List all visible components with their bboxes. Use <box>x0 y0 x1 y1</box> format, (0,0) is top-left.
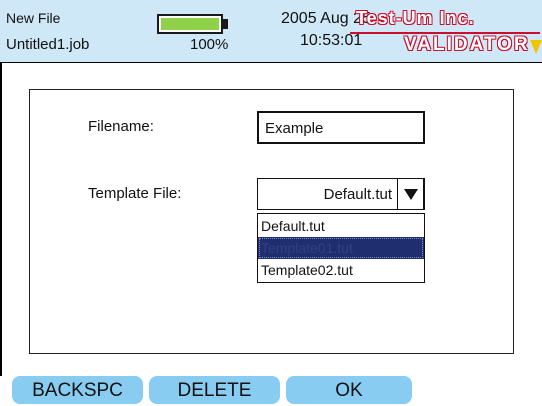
backspace-button[interactable]: BACKSPC <box>12 376 143 404</box>
softkey-bar: BACKSPC DELETE OK <box>0 376 542 406</box>
triangle-down-icon <box>404 189 418 200</box>
template-label: Template File: <box>88 185 182 202</box>
battery-tip <box>223 19 228 29</box>
template-option-template02[interactable]: Template02.tut <box>258 259 424 281</box>
brand-logo: Test-Um Inc. VALIDATOR <box>350 8 542 58</box>
status-header: New File Untitled1.job 100% 2005 Aug 25 … <box>0 0 542 63</box>
checkmark-icon <box>530 40 542 54</box>
dropdown-button[interactable] <box>397 178 424 210</box>
validator-screen: New File Untitled1.job 100% 2005 Aug 25 … <box>0 0 542 406</box>
template-selected-value: Default.tut <box>323 186 392 203</box>
ok-button[interactable]: OK <box>286 376 412 404</box>
battery-fill <box>161 18 219 30</box>
battery-icon <box>157 14 223 34</box>
template-dropdown-list: Default.tut Template01.tut Template02.tu… <box>257 213 425 283</box>
delete-button[interactable]: DELETE <box>149 376 280 404</box>
screen-border <box>0 62 2 376</box>
filename-label: Filename: <box>88 118 154 135</box>
template-option-default[interactable]: Default.tut <box>258 215 424 237</box>
window-title: New File <box>6 10 61 26</box>
battery-percent: 100% <box>190 36 229 53</box>
brand-product: VALIDATOR <box>404 34 530 55</box>
filename-input[interactable]: Example <box>257 111 425 144</box>
template-option-template01[interactable]: Template01.tut <box>258 237 424 259</box>
job-name: Untitled1.job <box>6 36 90 53</box>
template-select[interactable]: Default.tut <box>257 178 425 210</box>
brand-company: Test-Um Inc. <box>356 8 475 28</box>
